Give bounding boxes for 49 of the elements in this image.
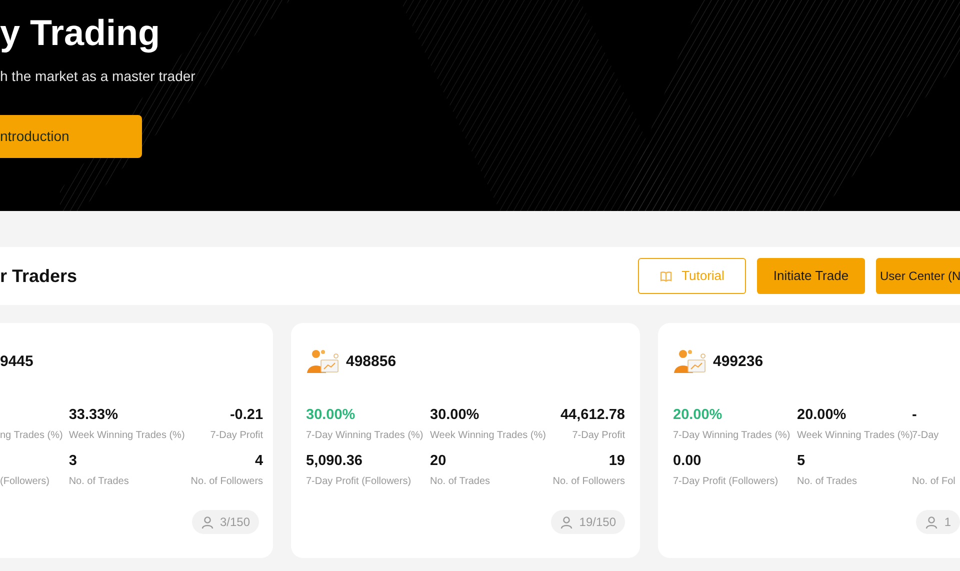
stat-label: Week Winning Trades (%) bbox=[430, 429, 546, 443]
stat-value: 19 bbox=[608, 452, 625, 471]
stat-label: Week Winning Trades (%) bbox=[68, 429, 185, 443]
stat-label: 7-Day Profit (Followers) bbox=[673, 475, 778, 489]
stat-value: 20.00% bbox=[797, 406, 846, 425]
hero-title: y Trading bbox=[0, 13, 160, 53]
stat-value: 20.00% bbox=[673, 406, 722, 425]
followers-badge: 3/150 bbox=[192, 510, 259, 534]
followers-badge: 1 bbox=[916, 510, 960, 534]
hero-subtitle: h the market as a master trader bbox=[0, 67, 196, 86]
stat-label: No. of Trades bbox=[430, 475, 490, 489]
trader-id: 9445 bbox=[0, 352, 34, 372]
stat-value: 44,612.78 bbox=[560, 406, 625, 425]
stat-label: ng Trades (%) bbox=[0, 429, 63, 443]
stat-label: 7-Day Profit bbox=[572, 429, 625, 443]
section-title: r Traders bbox=[0, 264, 78, 288]
stat-label: No. of Followers bbox=[190, 475, 264, 489]
introduction-button[interactable]: ntroduction bbox=[0, 115, 142, 158]
stat-label: (Followers) bbox=[0, 475, 50, 489]
stat-label: 7-Day Winning Trades (%) bbox=[673, 429, 790, 443]
stat-value: 33.33% bbox=[68, 406, 118, 425]
stat-value: 5 bbox=[797, 452, 806, 471]
stat-label: 7-Day Profit (Followers) bbox=[306, 475, 412, 489]
stat-label: No. of Fol bbox=[912, 475, 956, 489]
stat-value: -0.21 bbox=[230, 406, 264, 425]
stat-value: 3 bbox=[68, 452, 77, 471]
stat-label: 7-Day Winning Trades (%) bbox=[306, 429, 424, 443]
stat-label: Week Winning Trades (%) bbox=[797, 429, 913, 443]
trader-id: 499236 bbox=[713, 352, 764, 372]
stat-value: 30.00% bbox=[430, 406, 480, 425]
action-button[interactable]: Initiate Trade bbox=[757, 258, 865, 294]
stat-value: 4 bbox=[254, 452, 264, 471]
stat-label: No. of Followers bbox=[552, 475, 625, 489]
stat-value: 20 bbox=[430, 452, 446, 471]
stat-label: No. of Trades bbox=[68, 475, 129, 489]
stat-value: - bbox=[912, 406, 917, 425]
book-icon bbox=[660, 270, 672, 282]
stat-value: 30.00% bbox=[306, 406, 356, 425]
action-button[interactable]: User Center (N bbox=[876, 258, 960, 294]
stat-value: 0.00 bbox=[673, 452, 702, 471]
person-icon bbox=[200, 516, 214, 528]
stat-value: 5,090.36 bbox=[306, 452, 362, 471]
person-icon bbox=[560, 516, 574, 528]
trader-id: 498856 bbox=[346, 352, 396, 372]
stat-label: 7-Day Profit bbox=[210, 429, 264, 443]
person-icon bbox=[925, 516, 938, 528]
stat-label: 7-Day bbox=[912, 429, 939, 443]
stat-label: No. of Trades bbox=[797, 475, 858, 489]
followers-badge: 19/150 bbox=[551, 510, 625, 534]
